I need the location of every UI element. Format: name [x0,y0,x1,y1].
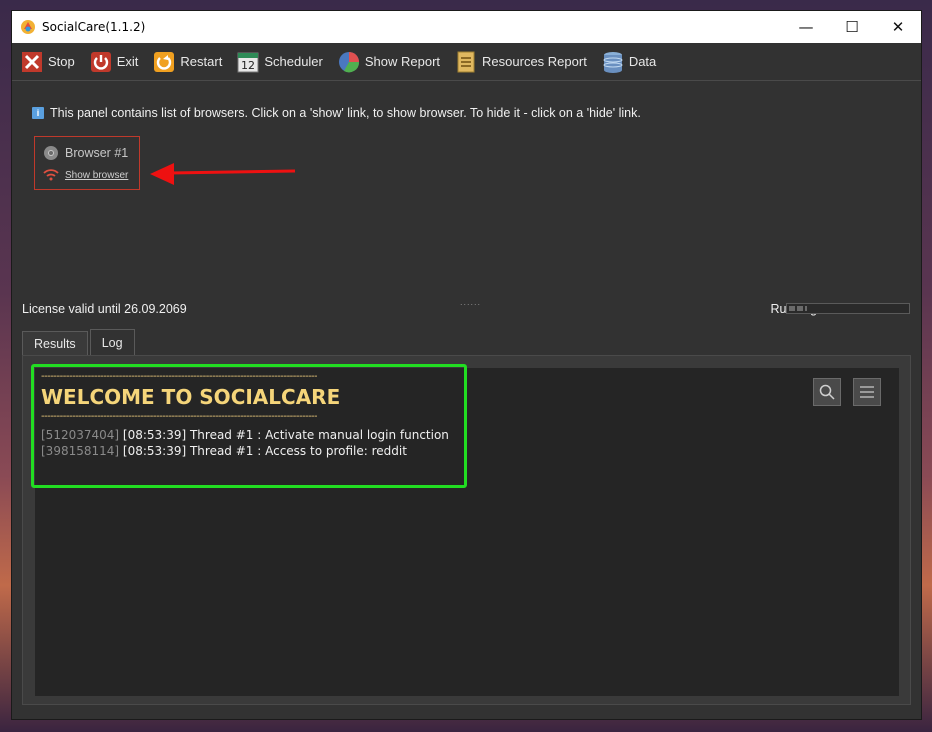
pie-chart-icon [337,50,361,74]
log-line: [512037404] [08:53:39] Thread #1 : Activ… [41,427,449,443]
annotation-arrow [150,163,296,185]
progress-bar [786,303,910,314]
log-line-id: [398158114] [41,444,120,458]
log-area[interactable]: ----------------------------------------… [35,368,899,696]
tab-bar: Results Log [22,329,137,355]
progress-fill [789,306,808,311]
log-tools [801,378,881,406]
show-report-label: Show Report [364,54,441,69]
browser-card: Browser #1 Show browser [34,136,140,190]
document-icon [454,50,478,74]
tab-results[interactable]: Results [22,331,88,355]
maximize-button[interactable]: ☐ [829,11,875,43]
info-icon: i [32,107,44,119]
log-content: ----------------------------------------… [41,372,449,459]
tab-log[interactable]: Log [89,329,135,355]
calendar-icon-number: 12 [241,59,255,72]
scheduler-button[interactable]: 12 Scheduler [236,50,323,74]
log-separator-top: ----------------------------------------… [41,372,317,382]
restart-button[interactable]: Restart [152,50,222,74]
log-line: [398158114] [08:53:39] Thread #1 : Acces… [41,443,449,459]
exit-label: Exit [116,54,139,69]
log-line-text: [08:53:39] Thread #1 : Activate manual l… [119,428,449,442]
app-window: SocialCare(1.1.2) — ☐ ✕ Stop Exit Restar… [11,10,922,720]
log-welcome-heading: WELCOME TO SOCIALCARE [41,385,341,409]
stop-button[interactable]: Stop [20,50,75,74]
show-report-button[interactable]: Show Report [337,50,440,74]
toolbar: Stop Exit Restart 12 Scheduler Show Repo… [12,43,921,81]
browser-name: Browser #1 [65,146,129,160]
browsers-info: i This panel contains list of browsers. … [32,106,641,120]
browsers-info-text: This panel contains list of browsers. Cl… [50,106,641,120]
close-button[interactable]: ✕ [875,11,921,43]
log-line-text: [08:53:39] Thread #1 : Access to profile… [119,444,407,458]
panel-splitter[interactable]: ...... [460,297,481,307]
resources-report-button[interactable]: Resources Report [454,50,587,74]
restart-label: Restart [180,54,223,69]
window-title: SocialCare(1.1.2) [42,20,146,34]
resources-report-label: Resources Report [482,54,587,69]
minimize-button[interactable]: — [783,11,829,43]
power-icon [89,50,113,74]
show-browser-link[interactable]: Show browser [65,170,128,181]
scheduler-label: Scheduler [264,54,323,69]
data-label: Data [628,54,657,69]
log-separator-bottom: ----------------------------------------… [41,412,317,422]
title-bar: SocialCare(1.1.2) — ☐ ✕ [12,11,921,43]
log-search-button[interactable] [813,378,841,406]
app-logo-icon [21,20,35,34]
log-line-id: [512037404] [41,428,120,442]
stop-label: Stop [48,54,75,69]
data-button[interactable]: Data [601,50,656,74]
restart-icon [152,50,176,74]
log-menu-button[interactable] [853,378,881,406]
browser-icon [44,146,58,160]
calendar-icon: 12 [236,50,260,74]
license-status: License valid until 26.09.2069 [22,302,187,316]
exit-button[interactable]: Exit [89,50,139,74]
stop-icon [20,50,44,74]
database-icon [601,50,625,74]
wifi-icon [43,169,59,181]
log-panel: ----------------------------------------… [22,355,911,705]
search-icon [819,384,835,400]
hamburger-menu-icon [860,386,874,398]
